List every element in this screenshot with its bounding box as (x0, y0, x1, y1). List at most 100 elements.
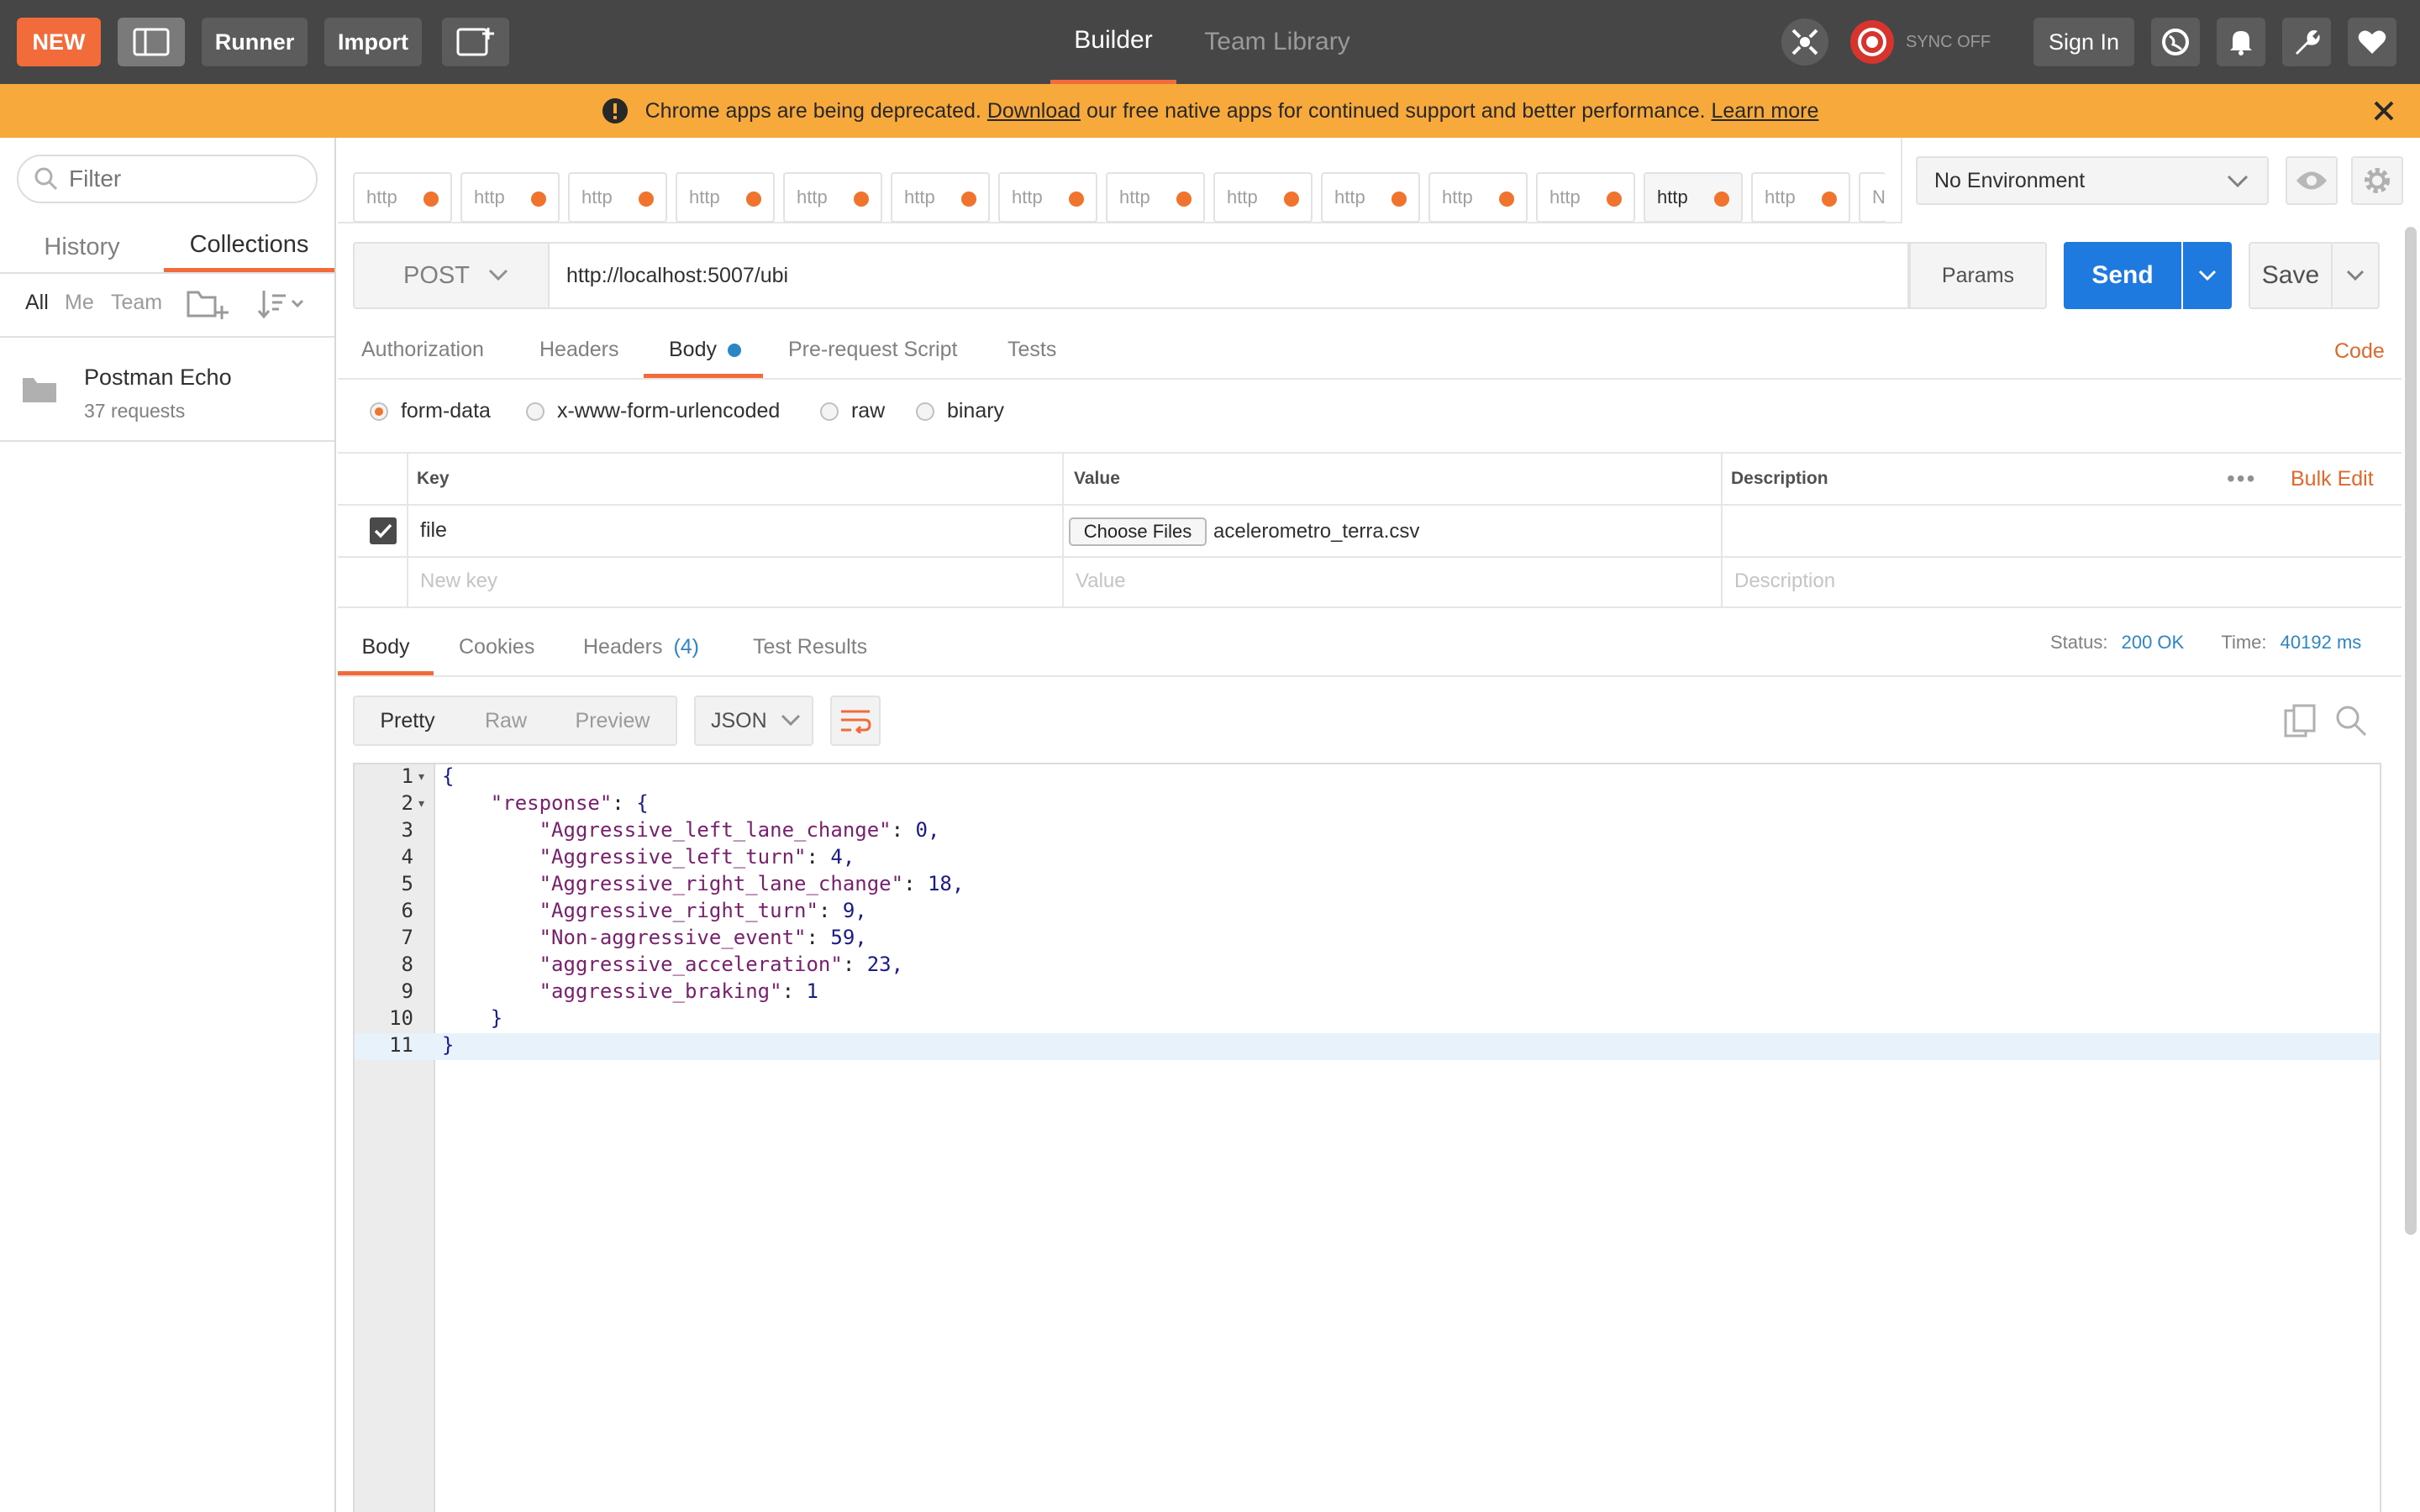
new-value-input[interactable]: Value (1076, 570, 1126, 593)
fold-arrow-icon[interactable]: ▾ (418, 796, 424, 811)
new-key-input[interactable]: New key (420, 570, 497, 593)
sidebar-tab-history[interactable]: History (0, 222, 164, 272)
search-icon[interactable] (2334, 704, 2368, 738)
manage-environments-button[interactable] (2351, 156, 2403, 205)
sign-in-button[interactable]: Sign In (2033, 18, 2134, 66)
new-description-input[interactable]: Description (1734, 570, 1835, 593)
request-tab[interactable]: http (1321, 172, 1420, 223)
body-type-raw[interactable]: raw (820, 399, 885, 423)
tab-body[interactable]: Body (644, 324, 763, 378)
filter-all[interactable]: All (25, 291, 49, 315)
body-type-form-data[interactable]: form-data (370, 399, 491, 423)
request-tab[interactable]: http (1751, 172, 1850, 223)
tab-tests[interactable]: Tests (1007, 338, 1056, 362)
request-tab[interactable]: http (1536, 172, 1635, 223)
eye-icon (2296, 171, 2327, 190)
url-input[interactable] (548, 242, 1909, 309)
request-tab[interactable]: http (1213, 172, 1313, 223)
environment-quick-look-button[interactable] (2286, 156, 2338, 205)
copy-icon[interactable] (2284, 704, 2317, 738)
save-options-button[interactable] (2333, 242, 2380, 309)
request-tab[interactable]: http (1644, 172, 1743, 223)
unsaved-dot (1392, 192, 1407, 207)
collection-item[interactable]: Postman Echo 37 requests (0, 338, 334, 442)
request-tab[interactable]: http (568, 172, 667, 223)
request-tab[interactable]: http (353, 172, 452, 223)
view-mode-pretty[interactable]: Pretty (353, 696, 462, 746)
request-tab[interactable]: http (998, 172, 1097, 223)
send-button[interactable]: Send (2064, 242, 2181, 309)
tab-authorization[interactable]: Authorization (361, 338, 484, 362)
choose-files-button[interactable]: Choose Files (1069, 517, 1207, 546)
body-type-urlencoded[interactable]: x-www-form-urlencoded (526, 399, 780, 423)
sort-icon[interactable] (257, 289, 306, 319)
filter-team[interactable]: Team (111, 291, 162, 315)
download-link[interactable]: Download (987, 99, 1081, 123)
send-options-button[interactable] (2183, 242, 2232, 309)
response-tab-test-results[interactable]: Test Results (753, 635, 867, 659)
request-tab[interactable]: http (891, 172, 990, 223)
favorites-button[interactable] (2348, 18, 2396, 66)
sync-status[interactable]: SYNC OFF (1849, 18, 1991, 66)
row-key[interactable]: file (420, 518, 447, 543)
new-tab-button[interactable] (442, 18, 509, 66)
view-mode-raw[interactable]: Raw (462, 696, 550, 746)
request-tab-label: http (1442, 186, 1473, 207)
filter-box[interactable] (17, 155, 318, 203)
request-tab-label: http (1012, 186, 1043, 207)
close-icon[interactable] (2373, 100, 2395, 122)
tab-headers-label: Headers (539, 338, 619, 361)
tab-headers[interactable]: Headers (539, 338, 619, 362)
line-number: 1 (401, 764, 413, 788)
new-button[interactable]: NEW (17, 18, 101, 66)
radio-urlencoded[interactable] (526, 402, 544, 422)
new-folder-icon[interactable] (187, 287, 230, 321)
scrollbar[interactable] (2405, 227, 2417, 1235)
wrap-lines-button[interactable] (830, 696, 881, 746)
environment-select[interactable]: No Environment (1916, 156, 2269, 205)
unsaved-dot (746, 192, 761, 207)
tab-pre-request-script[interactable]: Pre-request Script (788, 338, 957, 362)
response-status: Status: 200 OK Time: 40192 ms (2050, 632, 2361, 654)
interceptor-button[interactable] (1781, 18, 1828, 66)
radio-binary[interactable] (916, 402, 934, 422)
filter-me[interactable]: Me (65, 291, 94, 315)
radio-form-data[interactable] (370, 402, 388, 422)
response-tab-cookies[interactable]: Cookies (459, 635, 534, 659)
body-type-binary[interactable]: binary (916, 399, 1004, 423)
response-tab-headers[interactable]: Headers (4) (583, 635, 699, 659)
toggle-sidebar-button[interactable] (118, 18, 185, 66)
tab-builder[interactable]: Builder (1050, 0, 1176, 84)
format-select[interactable]: JSON (694, 696, 813, 746)
view-mode-preview[interactable]: Preview (550, 696, 676, 746)
bulk-edit-link[interactable]: Bulk Edit (2291, 467, 2374, 491)
more-options-icon[interactable]: ••• (2227, 465, 2256, 492)
notifications-button[interactable] (2217, 18, 2265, 66)
row-enabled-checkbox[interactable] (370, 517, 397, 544)
response-tab-body[interactable]: Body (338, 620, 434, 675)
learn-more-link[interactable]: Learn more (1712, 99, 1819, 123)
unsaved-dot (1069, 192, 1084, 207)
import-button[interactable]: Import (324, 18, 422, 66)
request-tab[interactable]: http (460, 172, 560, 223)
save-label: Save (2261, 261, 2320, 289)
settings-button[interactable] (2282, 18, 2331, 66)
tab-team-library[interactable]: Team Library (1185, 0, 1370, 84)
globe-button[interactable] (2151, 18, 2200, 66)
request-tab[interactable]: http (783, 172, 882, 223)
request-tab[interactable]: http (1106, 172, 1205, 223)
request-tab[interactable]: N (1859, 172, 1886, 223)
request-tab[interactable]: http (676, 172, 775, 223)
save-button[interactable]: Save (2249, 242, 2333, 309)
method-select[interactable]: POST (353, 242, 548, 309)
code-link[interactable]: Code (2334, 339, 2385, 364)
time-label: Time: (2221, 632, 2267, 653)
request-tab[interactable]: http (1428, 172, 1528, 223)
runner-button[interactable]: Runner (202, 18, 308, 66)
radio-raw[interactable] (820, 402, 839, 422)
params-button[interactable]: Params (1909, 242, 2047, 309)
fold-arrow-icon[interactable]: ▾ (418, 769, 424, 784)
filter-input[interactable] (69, 165, 304, 192)
sidebar-tab-collections[interactable]: Collections (164, 222, 334, 272)
code-line: } (442, 1006, 503, 1030)
